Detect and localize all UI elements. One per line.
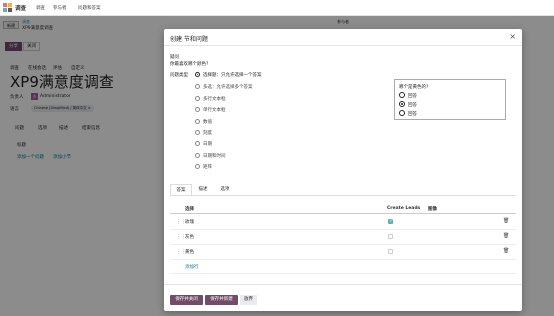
choice-cell[interactable]: 灰色 bbox=[185, 234, 194, 240]
type-single-line-label[interactable]: 单行文本框 bbox=[203, 107, 226, 113]
question-label: 疑问 bbox=[170, 55, 179, 60]
radio-single-choice[interactable] bbox=[195, 72, 200, 77]
create-leads-checkbox[interactable] bbox=[388, 249, 393, 254]
radio-multi-line-text[interactable] bbox=[195, 96, 200, 101]
radio-multiple-choice[interactable] bbox=[195, 84, 200, 89]
choice-cell[interactable]: 玫瑰 bbox=[185, 219, 194, 225]
create-leads-checkbox[interactable] bbox=[388, 234, 393, 239]
top-navbar: 调查 调查 参与者 问题和答案 bbox=[0, 0, 554, 16]
table-header-divider bbox=[170, 213, 516, 214]
radio-single-line-text[interactable] bbox=[195, 107, 200, 112]
app-name: 调查 bbox=[15, 6, 27, 12]
close-icon[interactable]: × bbox=[509, 32, 516, 41]
radio-numeric[interactable] bbox=[195, 119, 200, 124]
type-date-label[interactable]: 日期 bbox=[203, 141, 212, 147]
preview-answer-3: 回答 bbox=[408, 111, 417, 117]
dialog-header: 创建 节和问题 × bbox=[164, 29, 522, 46]
preview-answer-1: 回答 bbox=[408, 93, 417, 99]
type-single-choice-label[interactable]: 选择题：只允许选择一个答案 bbox=[203, 72, 262, 78]
question-type-label: 问题类型 bbox=[170, 73, 188, 78]
radio-scale[interactable] bbox=[195, 130, 200, 135]
type-datetime-label[interactable]: 日期和时间 bbox=[203, 153, 226, 159]
save-close-button[interactable]: 保存并关闭 bbox=[170, 295, 203, 305]
trash-icon[interactable]: 🗑 bbox=[503, 248, 509, 254]
radio-date[interactable] bbox=[195, 141, 200, 146]
menu-item-survey[interactable]: 调查 bbox=[36, 5, 45, 11]
trash-icon[interactable]: 🗑 bbox=[503, 233, 509, 239]
preview-radio-1 bbox=[399, 92, 405, 98]
row-divider bbox=[170, 244, 516, 245]
create-leads-checkbox[interactable] bbox=[388, 219, 393, 224]
row-divider bbox=[170, 229, 516, 230]
menu-item-participants[interactable]: 参与者 bbox=[53, 5, 67, 11]
apps-menu-icon[interactable] bbox=[3, 3, 12, 12]
radio-datetime[interactable] bbox=[195, 153, 200, 158]
create-question-dialog: 创建 节和问题 × 疑问 你最喜欢哪个颜色? 问题类型 选择题：只允许选择一个答… bbox=[164, 29, 522, 311]
type-matrix-label[interactable]: 矩阵 bbox=[203, 164, 212, 170]
discard-button[interactable]: 放弃 bbox=[240, 295, 257, 305]
type-scale-label[interactable]: 刻度 bbox=[203, 130, 212, 136]
menu-item-questions-answers[interactable]: 问题和答案 bbox=[78, 5, 101, 11]
footer-divider bbox=[164, 284, 522, 285]
type-multiple-choice-label[interactable]: 多选：允许选择多个答案 bbox=[203, 84, 253, 90]
radio-matrix[interactable] bbox=[195, 164, 200, 169]
type-numeric-label[interactable]: 数值 bbox=[203, 119, 212, 125]
dialog-title: 创建 节和问题 bbox=[170, 36, 208, 43]
column-choice[interactable]: 选择 bbox=[185, 206, 194, 212]
question-preview: 哪个是黄色的? 回答 回答 回答 bbox=[394, 79, 506, 120]
question-input[interactable]: 你最喜欢哪个颜色? bbox=[170, 61, 208, 67]
column-image[interactable]: 图像 bbox=[428, 206, 437, 212]
row-divider bbox=[170, 259, 516, 260]
row-divider bbox=[170, 273, 516, 274]
trash-icon[interactable]: 🗑 bbox=[503, 218, 509, 224]
preview-question: 哪个是黄色的? bbox=[399, 85, 429, 90]
preview-radio-2 bbox=[399, 101, 405, 107]
tab-divider bbox=[170, 195, 516, 196]
preview-answer-2: 回答 bbox=[408, 102, 417, 108]
preview-radio-3 bbox=[399, 110, 405, 116]
column-create-leads[interactable]: Create Leads bbox=[387, 206, 420, 211]
choice-cell[interactable]: 黄色 bbox=[185, 249, 194, 255]
add-row-link[interactable]: 添加行 bbox=[185, 264, 199, 270]
save-new-button[interactable]: 保存并新建 bbox=[205, 295, 238, 305]
type-multi-line-label[interactable]: 多行文本框 bbox=[203, 96, 226, 102]
